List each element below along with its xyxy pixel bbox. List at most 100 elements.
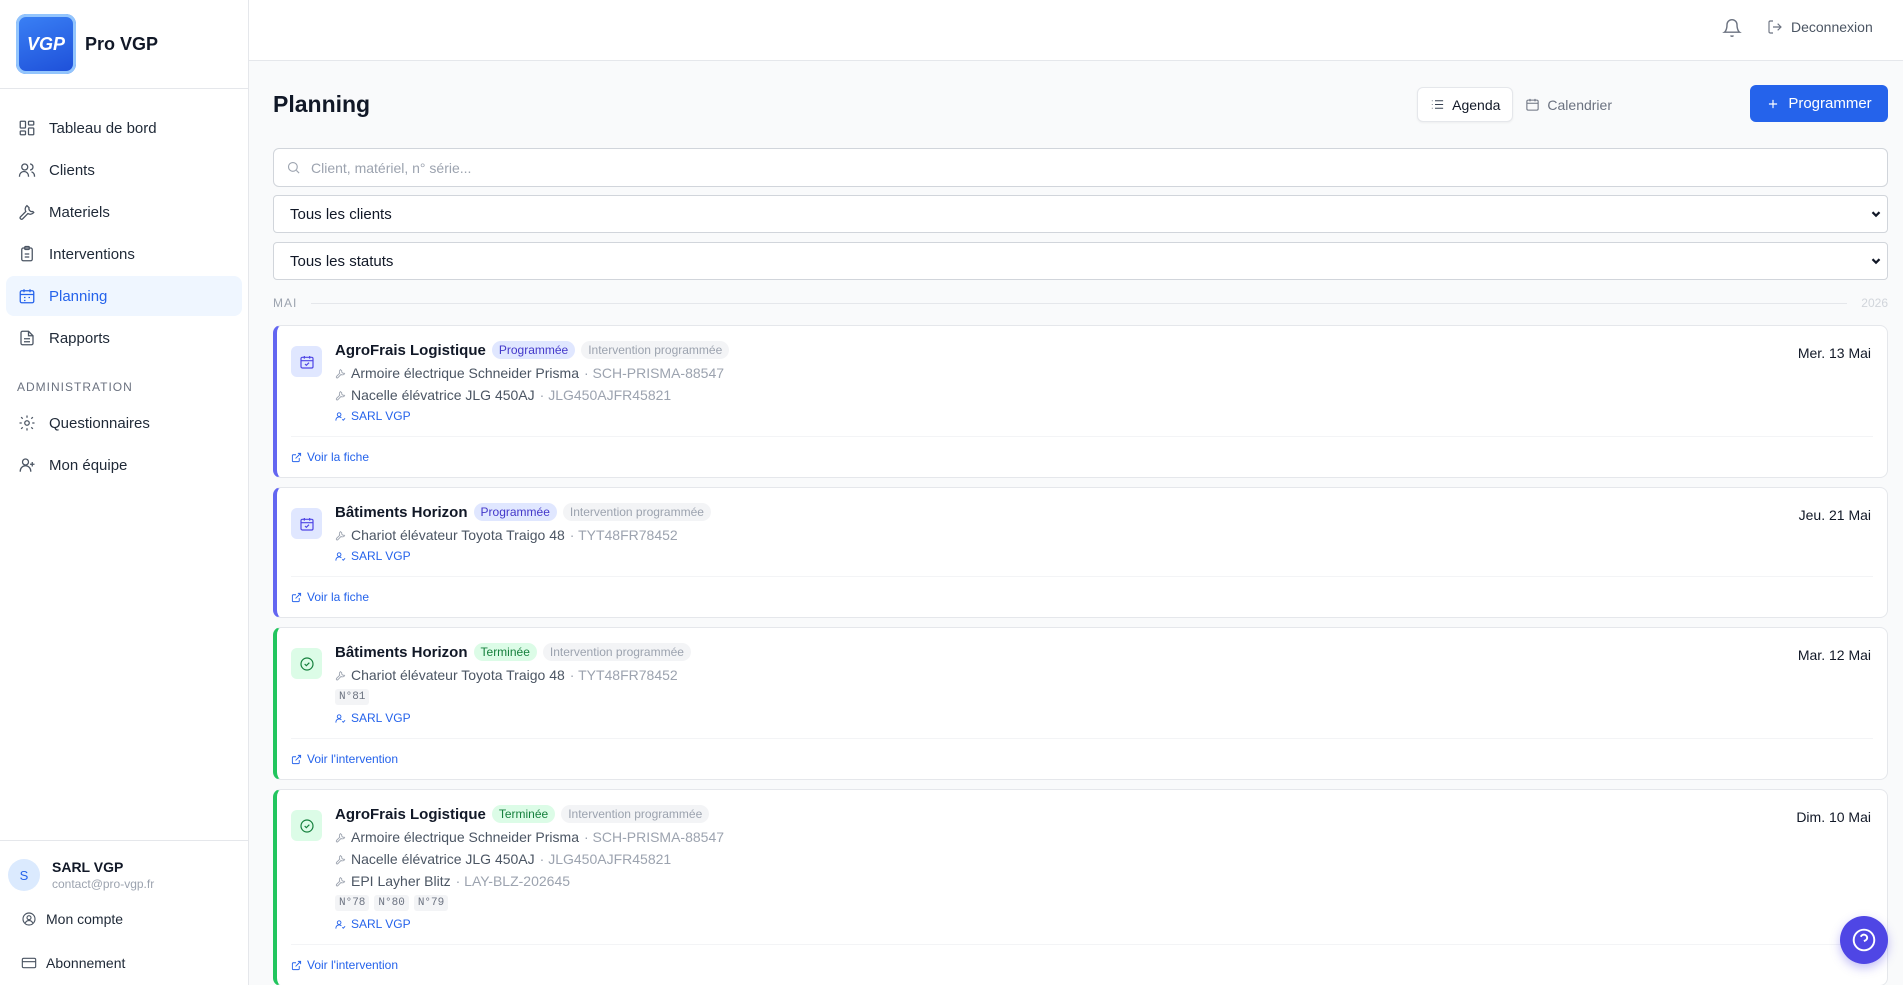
equipment-name: Nacelle élévatrice JLG 450AJ (351, 851, 535, 867)
gear-icon (19, 415, 35, 431)
equipment-item: Chariot élévateur Toyota Traigo 48 · TYT… (335, 664, 1871, 686)
user-check-icon (335, 713, 346, 723)
subscription-label: Abonnement (46, 955, 126, 971)
section-administration: ADMINISTRATION (17, 380, 133, 394)
sidebar-item-label: Materiels (49, 203, 110, 221)
calendar-check-icon (299, 355, 314, 369)
month-label: MAI (273, 296, 298, 310)
equipment-name: Armoire électrique Schneider Prisma (351, 829, 579, 845)
equipment-item: Armoire électrique Schneider Prisma · SC… (335, 362, 1871, 384)
card-date: Mer. 13 Mai (1797, 345, 1871, 361)
list-icon (1432, 100, 1444, 109)
sidebar-item-clients[interactable]: Clients (6, 150, 242, 190)
status-badge: Terminée (473, 643, 537, 661)
status-filter-select[interactable]: Tous les statuts (273, 242, 1888, 280)
check-circle-icon (299, 818, 314, 833)
app-logo: VGP (16, 14, 76, 74)
status-icon (291, 648, 322, 679)
user-email: contact@pro-vgp.fr (52, 877, 155, 891)
view-details-link[interactable]: Voir la fiche (291, 450, 369, 464)
wrench-icon (19, 204, 35, 220)
view-intervention-link[interactable]: Voir l'intervention (291, 958, 398, 972)
user-check-icon (335, 919, 346, 929)
report-chip[interactable]: N°81 (335, 689, 370, 705)
brand-name: Pro VGP (85, 33, 159, 54)
client-name: AgroFrais Logistique (335, 805, 486, 823)
wrench-icon (335, 368, 346, 378)
user-profile[interactable]: S SARL VGP contact@pro-vgp.fr (0, 857, 248, 893)
sidebar-item-interventions[interactable]: Interventions (6, 234, 242, 274)
main-content: Planning Agenda Calendrier Programmer Cl… (249, 61, 1903, 985)
view-intervention-link[interactable]: Voir l'intervention (291, 752, 398, 766)
sidebar: VGP Pro VGP Tableau de bord Clients Mate… (0, 0, 249, 985)
intervention-card[interactable]: AgroFrais Logistique Terminée Interventi… (273, 789, 1888, 985)
intervention-card[interactable]: AgroFrais Logistique Programmée Interven… (273, 325, 1888, 478)
help-button[interactable] (1840, 916, 1888, 964)
view-details-link[interactable]: Voir la fiche (291, 590, 369, 604)
equipment-serial: · LAY-BLZ-202645 (455, 873, 571, 889)
page-header: Planning Agenda Calendrier Programmer (273, 61, 1888, 148)
intervention-card[interactable]: Bâtiments Horizon Terminée Intervention … (273, 627, 1888, 780)
team-icon (19, 458, 35, 472)
equipment-name: Armoire électrique Schneider Prisma (351, 365, 579, 381)
client-name: AgroFrais Logistique (335, 341, 486, 359)
client-name: Bâtiments Horizon (335, 643, 468, 661)
search-input[interactable] (311, 159, 1887, 176)
programmer-label: Programmer (1788, 95, 1872, 112)
avatar: S (8, 859, 40, 891)
user-circle-icon (22, 912, 36, 926)
link-label: Voir la fiche (307, 590, 370, 604)
status-icon (291, 810, 322, 841)
tab-agenda-label: Agenda (1452, 96, 1501, 113)
sidebar-item-label: Questionnaires (49, 414, 150, 432)
equipment-name: Chariot élévateur Toyota Traigo 48 (351, 527, 565, 543)
sidebar-item-label: Mon équipe (49, 456, 128, 474)
search-icon (287, 161, 300, 174)
calendar-icon (19, 289, 35, 304)
notifications-button[interactable] (1722, 18, 1742, 38)
tab-calendrier[interactable]: Calendrier (1513, 87, 1624, 122)
intervention-card[interactable]: Bâtiments Horizon Programmée Interventio… (273, 487, 1888, 618)
external-link-icon (291, 452, 302, 462)
equipment-serial: · JLG450AJFR45821 (539, 387, 672, 403)
report-chip[interactable]: N°78 (335, 895, 370, 911)
plus-icon (1769, 99, 1778, 108)
logout-button[interactable]: Deconnexion (1767, 19, 1873, 35)
wrench-icon (335, 854, 346, 864)
logout-icon (1768, 20, 1782, 34)
check-circle-icon (299, 656, 314, 671)
sidebar-item-questionnaires[interactable]: Questionnaires (6, 403, 242, 443)
status-badge: Programmée (473, 503, 557, 521)
equipment-serial: · TYT48FR78452 (569, 527, 678, 543)
assignee-name: SARL VGP (351, 409, 411, 423)
status-badge: Terminée (491, 805, 556, 823)
equipment-name: EPI Layher Blitz (351, 873, 451, 889)
assignee-name: SARL VGP (351, 711, 411, 725)
chevron-down-icon (1871, 211, 1881, 218)
sidebar-item-mon-equipe[interactable]: Mon équipe (6, 445, 242, 485)
divider-line (311, 302, 1848, 304)
account-link[interactable]: Mon compte (0, 897, 248, 941)
tab-agenda[interactable]: Agenda (1417, 87, 1514, 122)
user-check-icon (335, 411, 346, 421)
main-nav: Tableau de bord Clients Materiels Interv… (0, 89, 248, 485)
programmer-button[interactable]: Programmer (1750, 85, 1888, 122)
sidebar-item-dashboard[interactable]: Tableau de bord (6, 108, 242, 148)
sidebar-item-rapports[interactable]: Rapports (6, 318, 242, 358)
sidebar-item-materiels[interactable]: Materiels (6, 192, 242, 232)
report-chip[interactable]: N°79 (413, 895, 449, 911)
assignee: SARL VGP (335, 708, 1871, 728)
wrench-icon (335, 670, 346, 680)
brand[interactable]: VGP Pro VGP (0, 0, 248, 89)
equipment-serial: · SCH-PRISMA-88547 (583, 829, 725, 845)
type-badge: Intervention programmée (561, 805, 710, 823)
assignee-name: SARL VGP (351, 549, 411, 563)
bell-icon (1722, 19, 1742, 38)
assignee-name: SARL VGP (351, 917, 411, 931)
assignee: SARL VGP (335, 914, 1871, 934)
status-icon (291, 346, 322, 377)
sidebar-item-planning[interactable]: Planning (6, 276, 242, 316)
client-filter-select[interactable]: Tous les clients (273, 195, 1888, 233)
subscription-link[interactable]: Abonnement (0, 941, 248, 985)
report-chip[interactable]: N°80 (374, 895, 409, 911)
